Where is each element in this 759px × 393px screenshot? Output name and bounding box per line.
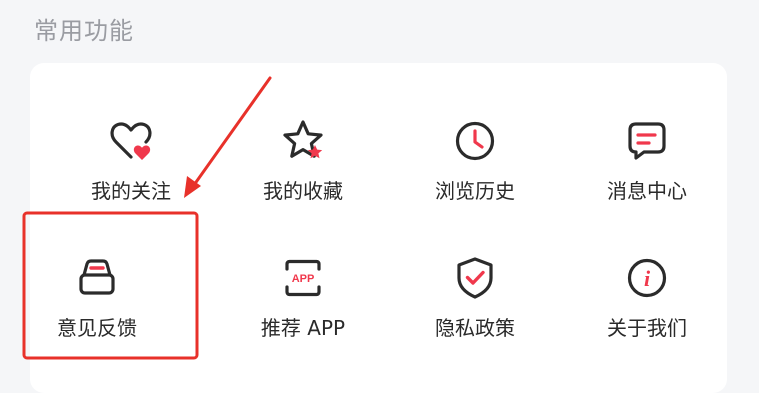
app-badge-text: APP	[292, 273, 315, 285]
feature-my-follows[interactable]: 我的关注	[66, 106, 196, 216]
feature-my-favorites[interactable]: 我的收藏	[238, 106, 368, 216]
feature-label: 浏览历史	[435, 179, 515, 203]
feature-recommend-app[interactable]: APP 推荐 APP	[238, 243, 368, 353]
star-icon	[278, 116, 328, 166]
feature-label: 推荐 APP	[260, 316, 346, 340]
feature-label: 关于我们	[607, 316, 687, 340]
feature-label: 意见反馈	[57, 316, 137, 340]
feature-label: 消息中心	[607, 179, 687, 203]
features-card: 我的关注 我的收藏 浏览历史 消息中心 意见反馈 APP 推荐 APP 隐私政策…	[30, 63, 727, 393]
feedback-inbox-icon	[72, 253, 122, 303]
feature-label: 我的关注	[91, 179, 171, 203]
feature-privacy-policy[interactable]: 隐私政策	[410, 243, 540, 353]
heart-icon	[106, 116, 156, 166]
feature-about-us[interactable]: i 关于我们	[582, 243, 712, 353]
shield-check-icon	[450, 253, 500, 303]
section-title: 常用功能	[34, 17, 134, 45]
feature-label: 隐私政策	[435, 316, 515, 340]
feature-message-center[interactable]: 消息中心	[582, 106, 712, 216]
feature-feedback[interactable]: 意见反馈	[32, 243, 162, 353]
info-icon: i	[622, 253, 672, 303]
feature-browsing-history[interactable]: 浏览历史	[410, 106, 540, 216]
info-glyph: i	[644, 266, 651, 291]
message-icon	[622, 116, 672, 166]
clock-icon	[450, 116, 500, 166]
recommend-app-icon: APP	[278, 253, 328, 303]
feature-label: 我的收藏	[263, 179, 343, 203]
